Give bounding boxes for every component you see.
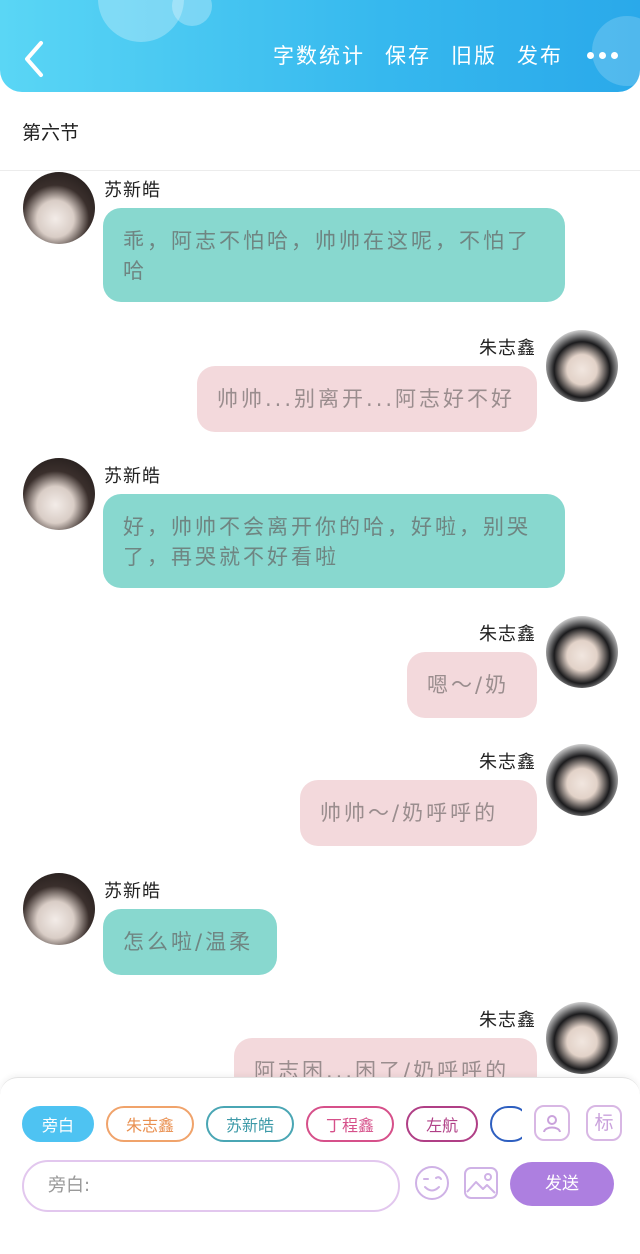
avatar[interactable] bbox=[546, 1002, 618, 1074]
sender-name: 朱志鑫 bbox=[479, 1010, 536, 1031]
message-right: 朱志鑫 帅帅...别离开...阿志好不好 bbox=[0, 330, 640, 440]
avatar[interactable] bbox=[546, 744, 618, 816]
avatar[interactable] bbox=[546, 616, 618, 688]
sender-name: 苏新皓 bbox=[104, 881, 161, 902]
chevron-left-icon bbox=[25, 41, 43, 77]
role-chip-zhu-zhixin[interactable]: 朱志鑫 bbox=[106, 1106, 195, 1142]
role-chip-ding-chengxin[interactable]: 丁程鑫 bbox=[306, 1106, 395, 1142]
message-bubble[interactable]: 嗯～/奶 bbox=[407, 652, 537, 718]
more-icon[interactable] bbox=[587, 51, 618, 59]
sender-name: 朱志鑫 bbox=[479, 624, 536, 645]
avatar[interactable] bbox=[23, 873, 95, 945]
avatar[interactable] bbox=[546, 330, 618, 402]
save-button[interactable]: 保存 bbox=[385, 40, 431, 70]
role-selector: 旁白 朱志鑫 苏新皓 丁程鑫 左航 bbox=[22, 1106, 522, 1146]
message-bubble[interactable]: 怎么啦/温柔 bbox=[103, 909, 277, 975]
message-left: 苏新皓 乖，阿志不怕哈，帅帅在这呢，不怕了哈 bbox=[0, 172, 640, 312]
user-card-icon bbox=[543, 1115, 561, 1133]
send-button[interactable]: 发送 bbox=[510, 1162, 614, 1206]
message-left: 苏新皓 好，帅帅不会离开你的哈，好啦，别哭了，再哭就不好看啦 bbox=[0, 458, 640, 598]
message-bubble[interactable]: 好，帅帅不会离开你的哈，好啦，别哭了，再哭就不好看啦 bbox=[103, 494, 565, 588]
old-version-button[interactable]: 旧版 bbox=[451, 40, 497, 70]
section-header: 第六节 bbox=[0, 92, 640, 171]
publish-button[interactable]: 发布 bbox=[517, 40, 563, 70]
role-avatar-button[interactable] bbox=[534, 1105, 570, 1141]
avatar[interactable] bbox=[23, 458, 95, 530]
section-title: 第六节 bbox=[22, 122, 80, 144]
sender-name: 朱志鑫 bbox=[479, 752, 536, 773]
role-chip-zuo-hang[interactable]: 左航 bbox=[406, 1106, 479, 1142]
sender-name: 苏新皓 bbox=[104, 466, 161, 487]
top-bar: 字数统计 保存 旧版 发布 bbox=[0, 0, 640, 92]
emoji-icon[interactable] bbox=[413, 1164, 451, 1202]
message-left: 苏新皓 怎么啦/温柔 bbox=[0, 873, 640, 983]
image-icon[interactable] bbox=[462, 1164, 500, 1202]
role-chip-narrator[interactable]: 旁白 bbox=[22, 1106, 95, 1142]
avatar[interactable] bbox=[23, 172, 95, 244]
sender-name: 朱志鑫 bbox=[479, 338, 536, 359]
decor-bubble bbox=[172, 0, 212, 26]
input-panel: 旁白 朱志鑫 苏新皓 丁程鑫 左航 标 旁白: 发送 bbox=[0, 1077, 640, 1254]
word-count-button[interactable]: 字数统计 bbox=[273, 40, 365, 70]
message-bubble[interactable]: 帅帅...别离开...阿志好不好 bbox=[197, 366, 537, 432]
back-button[interactable] bbox=[14, 36, 54, 82]
message-right: 朱志鑫 嗯～/奶 bbox=[0, 616, 640, 726]
mark-button[interactable]: 标 bbox=[586, 1105, 622, 1141]
message-input[interactable]: 旁白: bbox=[22, 1160, 400, 1212]
message-right: 朱志鑫 帅帅～/奶呼呼的 bbox=[0, 744, 640, 854]
role-chip-su-xinhao[interactable]: 苏新皓 bbox=[206, 1106, 295, 1142]
role-chip-more[interactable] bbox=[490, 1106, 522, 1142]
message-bubble[interactable]: 帅帅～/奶呼呼的 bbox=[300, 780, 537, 846]
message-bubble[interactable]: 乖，阿志不怕哈，帅帅在这呢，不怕了哈 bbox=[103, 208, 565, 302]
sender-name: 苏新皓 bbox=[104, 180, 161, 201]
